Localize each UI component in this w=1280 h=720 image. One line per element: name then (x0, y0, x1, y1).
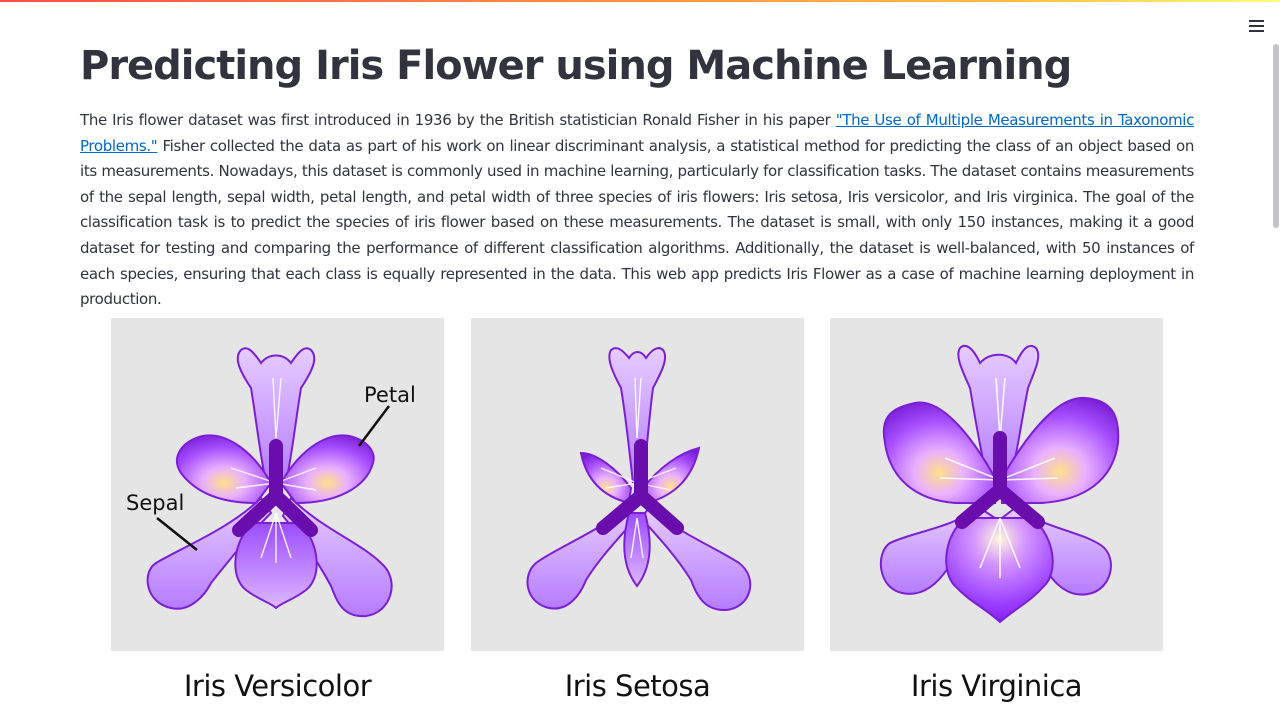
sepal-label: Sepal (126, 491, 184, 515)
intro-text-end: Fisher collected the data as part of his… (80, 136, 1194, 309)
flower-card-virginica (830, 318, 1163, 651)
scrollbar[interactable] (1273, 44, 1279, 228)
hamburger-menu-icon[interactable] (1244, 14, 1268, 38)
page-title: Predicting Iris Flower using Machine Lea… (80, 43, 1072, 89)
intro-text-start: The Iris flower dataset was first introd… (80, 111, 836, 129)
iris-versicolor-illustration: Petal Sepal (126, 347, 416, 618)
iris-setosa-illustration (526, 347, 752, 612)
flower-name-setosa: Iris Setosa (564, 669, 711, 703)
top-decoration-bar (0, 0, 1280, 2)
iris-virginica-illustration (879, 344, 1120, 624)
flower-card-versicolor: Petal Sepal (111, 318, 444, 651)
flower-card-setosa (471, 318, 804, 651)
flower-name-versicolor: Iris Versicolor (183, 669, 372, 703)
intro-paragraph: The Iris flower dataset was first introd… (80, 108, 1194, 313)
petal-label: Petal (364, 383, 416, 407)
flower-name-virginica: Iris Virginica (910, 669, 1083, 703)
